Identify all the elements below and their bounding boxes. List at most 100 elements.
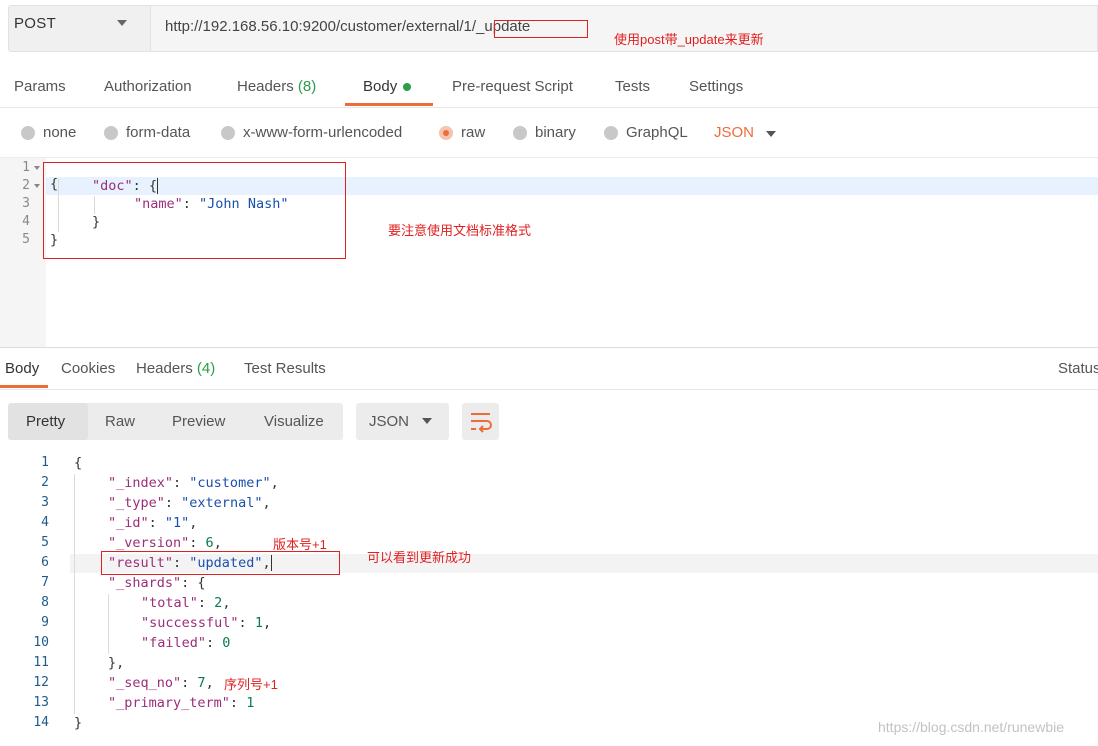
line-number: 9 <box>41 615 49 630</box>
radio-none[interactable] <box>21 126 35 140</box>
line-number: 1 <box>22 160 30 175</box>
fold-arrow-icon[interactable] <box>34 166 40 170</box>
radio-urlencoded[interactable] <box>221 126 235 140</box>
status-label: Status <box>1058 360 1098 377</box>
radio-graphql[interactable] <box>604 126 618 140</box>
chevron-down-icon[interactable] <box>766 131 776 137</box>
line-number: 12 <box>33 675 49 690</box>
active-tab-underline <box>345 103 433 106</box>
json-key: "_primary_term" <box>108 695 230 711</box>
line-number: 5 <box>22 232 30 247</box>
radio-none-label[interactable]: none <box>43 124 76 141</box>
json-key: "_seq_no" <box>108 675 182 691</box>
json-key: "_type" <box>108 495 165 511</box>
code-line: { <box>74 455 82 471</box>
divider <box>0 347 1098 348</box>
chevron-down-icon <box>117 20 127 26</box>
code-punct: : <box>206 635 223 651</box>
annotation-seq-note: 序列号+1 <box>224 677 278 692</box>
divider <box>0 389 1098 390</box>
tab-tests[interactable]: Tests <box>615 78 650 95</box>
radio-form-data-label[interactable]: form-data <box>126 124 190 141</box>
line-number: 2 <box>22 178 30 193</box>
wrap-lines-icon <box>471 413 492 433</box>
tab-response-body[interactable]: Body <box>5 360 39 377</box>
response-format-label: JSON <box>369 413 410 430</box>
view-raw-button[interactable]: Raw <box>105 413 135 430</box>
code-line: "_primary_term": 1 <box>108 695 254 711</box>
divider <box>0 157 1098 158</box>
json-key: "_id" <box>108 515 149 531</box>
tab-test-results[interactable]: Test Results <box>244 360 326 377</box>
tab-response-headers[interactable]: Headers (4) <box>136 360 215 377</box>
code-punct: , <box>213 535 222 551</box>
active-tab-underline <box>0 385 48 388</box>
tab-settings[interactable]: Settings <box>689 78 743 95</box>
radio-binary[interactable] <box>513 126 527 140</box>
tab-body[interactable]: Body <box>363 78 412 95</box>
line-number: 13 <box>33 695 49 710</box>
json-number: 1 <box>254 615 263 631</box>
code-punct: : <box>181 675 198 691</box>
line-number: 8 <box>41 595 49 610</box>
fold-arrow-icon[interactable] <box>34 184 40 188</box>
view-visualize-button[interactable]: Visualize <box>264 413 324 430</box>
tab-response-headers-count: (4) <box>196 360 216 377</box>
tab-headers[interactable]: Headers (8) <box>237 78 316 95</box>
annotation-box-doc <box>43 162 346 259</box>
wrap-lines-button[interactable] <box>462 403 499 440</box>
method-label: POST <box>14 15 57 32</box>
code-punct: , <box>262 615 272 631</box>
code-line: "_version": 6, <box>108 535 222 551</box>
json-string: "external" <box>181 495 263 511</box>
annotation-result-note: 可以看到更新成功 <box>367 550 472 565</box>
radio-graphql-label[interactable]: GraphQL <box>626 124 688 141</box>
code-brace: { <box>74 455 83 471</box>
json-number: 0 <box>222 635 231 651</box>
code-line: } <box>74 715 82 731</box>
tab-prerequest-script[interactable]: Pre-request Script <box>452 78 573 95</box>
line-number: 7 <box>41 575 49 590</box>
json-key: "total" <box>141 595 198 611</box>
code-punct: , <box>222 595 231 611</box>
tab-cookies[interactable]: Cookies <box>61 360 115 377</box>
annotation-box-update <box>494 20 588 38</box>
line-number: 11 <box>33 655 49 670</box>
line-number: 1 <box>41 455 49 470</box>
annotation-box-result <box>101 551 340 575</box>
code-punct: : <box>164 495 182 511</box>
code-line: "_type": "external", <box>108 495 271 511</box>
radio-raw[interactable] <box>439 126 453 140</box>
json-string: "1" <box>164 515 190 531</box>
indent-guide <box>108 594 109 654</box>
language-select[interactable]: JSON <box>714 124 754 141</box>
code-punct: , <box>262 495 271 511</box>
radio-binary-label[interactable]: binary <box>535 124 576 141</box>
tab-params[interactable]: Params <box>14 78 66 95</box>
json-number: 7 <box>197 675 206 691</box>
code-line: "_id": "1", <box>108 515 197 531</box>
json-key: "_index" <box>108 475 174 491</box>
view-preview-button[interactable]: Preview <box>172 413 225 430</box>
code-punct: : <box>148 515 165 531</box>
code-brace: } <box>74 715 83 731</box>
line-number: 2 <box>41 475 49 490</box>
tab-headers-label: Headers <box>237 78 294 95</box>
code-line: }, <box>108 655 124 671</box>
radio-form-data[interactable] <box>104 126 118 140</box>
code-line: "failed": 0 <box>141 635 230 651</box>
annotation-doc-note: 要注意使用文档标准格式 <box>388 223 532 238</box>
radio-raw-label[interactable]: raw <box>461 124 485 141</box>
json-number: 1 <box>246 695 255 711</box>
radio-urlencoded-label[interactable]: x-www-form-urlencoded <box>243 124 402 141</box>
code-line: "_seq_no": 7, <box>108 675 214 691</box>
code-punct: : <box>189 535 206 551</box>
tab-authorization[interactable]: Authorization <box>104 78 192 95</box>
code-line: "successful": 1, <box>141 615 271 631</box>
annotation-url-note: 使用post带_update来更新 <box>614 32 764 47</box>
code-punct: : <box>197 595 215 611</box>
view-pretty-button[interactable]: Pretty <box>26 413 65 430</box>
url-text[interactable]: http://192.168.56.10:9200/customer/exter… <box>165 18 530 35</box>
line-number: 3 <box>22 196 30 211</box>
json-string: "customer" <box>189 475 271 491</box>
